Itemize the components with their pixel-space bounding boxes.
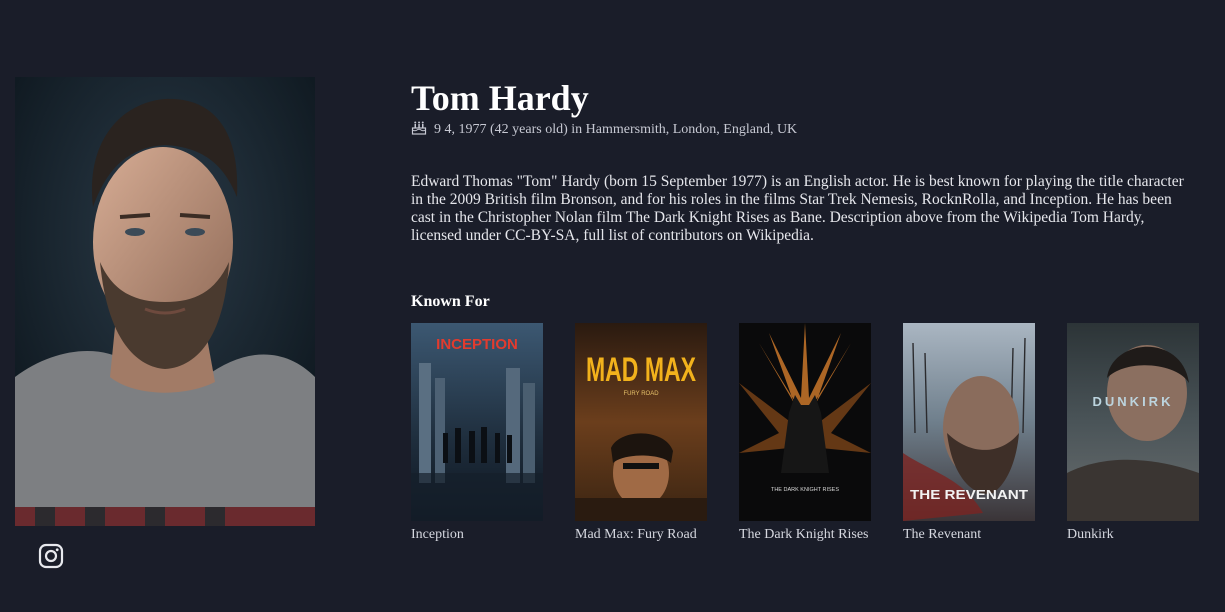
poster-title-dunkirk: DUNKIRK — [1093, 394, 1174, 409]
movie-poster-the-revenant[interactable]: THE REVENANT — [903, 323, 1035, 521]
poster-title-dark-knight-rises: THE DARK KNIGHT RISES — [771, 487, 839, 493]
movie-poster-dunkirk[interactable]: DUNKIRK — [1067, 323, 1199, 521]
person-details: Tom Hardy 9 4, 1977 (42 years old) in Ha… — [411, 78, 1201, 311]
movie-card-the-revenant[interactable]: THE REVENANT The Revenant — [903, 323, 1035, 543]
movie-title[interactable]: The Revenant — [903, 527, 1035, 543]
poster-title-mad-max: MAD MAX — [586, 351, 696, 389]
movie-poster-inception[interactable]: INCEPTION — [411, 323, 543, 521]
poster-title-inception: INCEPTION — [436, 336, 518, 353]
profile-photo — [15, 77, 315, 526]
movie-card-inception[interactable]: INCEPTION Inception — [411, 323, 543, 543]
movie-poster-dark-knight-rises[interactable]: THE DARK KNIGHT RISES — [739, 323, 871, 521]
movie-poster-mad-max[interactable]: MAD MAX FURY ROAD — [575, 323, 707, 521]
known-for-heading: Known For — [411, 293, 490, 310]
movie-card-dark-knight-rises[interactable]: THE DARK KNIGHT RISES The Dark Knight Ri… — [739, 323, 871, 543]
movie-title[interactable]: Dunkirk — [1067, 527, 1199, 543]
poster-subtitle-mad-max: FURY ROAD — [623, 391, 659, 397]
instagram-icon[interactable] — [38, 543, 64, 569]
birthday-cake-icon — [411, 119, 427, 140]
movie-card-mad-max[interactable]: MAD MAX FURY ROAD Mad Max: Fury Road — [575, 323, 707, 543]
movie-title[interactable]: Mad Max: Fury Road — [575, 527, 707, 543]
movie-title[interactable]: Inception — [411, 527, 543, 543]
movie-card-dunkirk[interactable]: DUNKIRK Dunkirk — [1067, 323, 1199, 543]
biography: Edward Thomas "Tom" Hardy (born 15 Septe… — [411, 173, 1184, 244]
poster-title-the-revenant: THE REVENANT — [910, 487, 1028, 502]
person-name: Tom Hardy — [411, 78, 589, 118]
birth-info: 9 4, 1977 (42 years old) in Hammersmith,… — [411, 119, 1201, 140]
movie-title[interactable]: The Dark Knight Rises — [739, 527, 871, 543]
birth-info-text: 9 4, 1977 (42 years old) in Hammersmith,… — [434, 121, 798, 137]
known-for-list: INCEPTION Inception MAD MAX FURY ROAD Ma… — [411, 323, 1199, 543]
